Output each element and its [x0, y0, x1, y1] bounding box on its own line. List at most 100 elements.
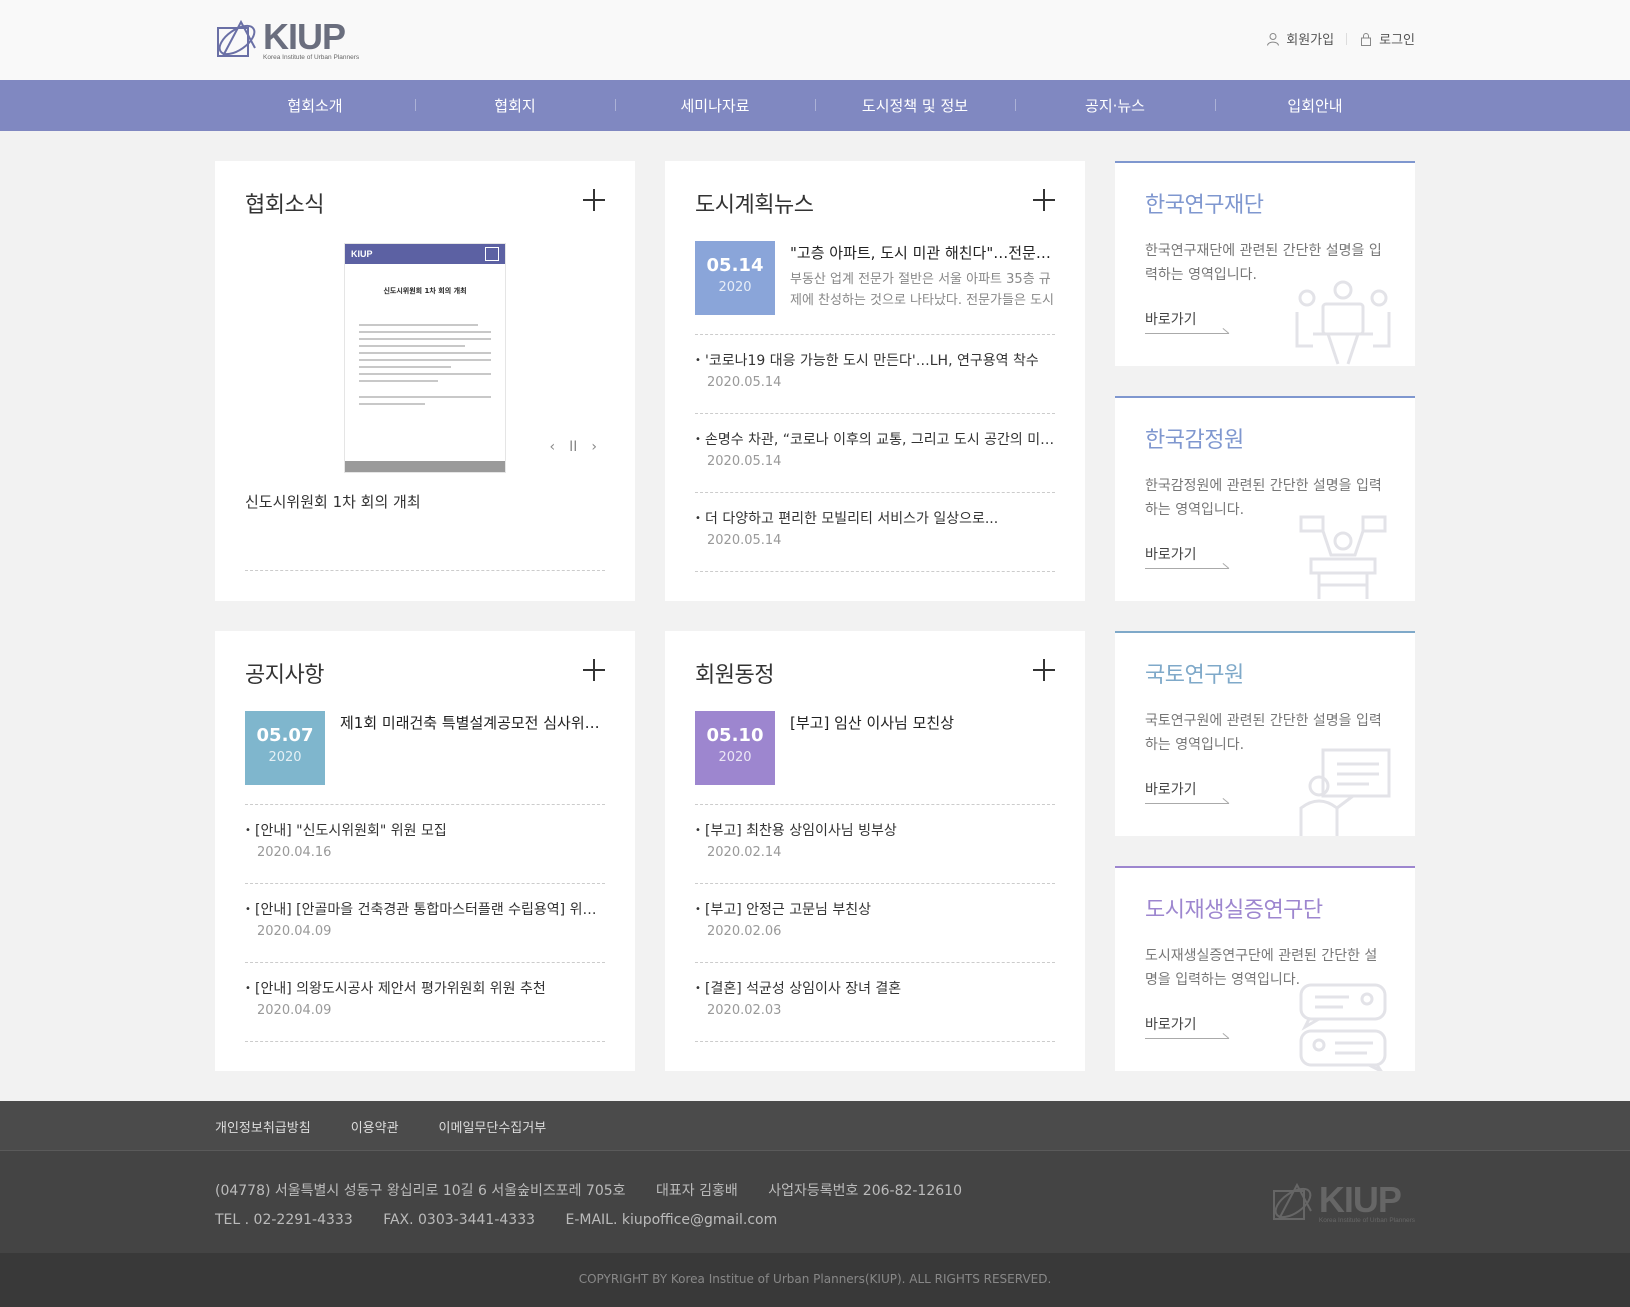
side-link-urban-regen: 도시재생실증연구단 도시재생실증연구단에 관련된 간단한 설명을 입력하는 영역…: [1115, 866, 1415, 1071]
list-item[interactable]: [부고] 안정근 고문님 부친상 2020.02.06: [695, 884, 1055, 963]
shortcut-link[interactable]: 바로가기: [1145, 309, 1229, 334]
logo-mark-icon: [1272, 1182, 1312, 1220]
member-list: [부고] 최찬용 상임이사님 빙부상 2020.02.14 [부고] 안정근 고…: [695, 805, 1055, 1042]
date-badge: 05.07 2020: [245, 711, 325, 785]
list-item[interactable]: 더 다양하고 편리한 모빌리티 서비스가 일상으로... 2020.05.14: [695, 493, 1055, 572]
shortcut-link[interactable]: 바로가기: [1145, 544, 1229, 569]
card-title: 도시계획뉴스: [695, 193, 814, 218]
login-label: 로그인: [1379, 33, 1415, 48]
tel: TEL . 02-2291-4333: [215, 1212, 353, 1228]
card-title: 공지사항: [245, 663, 324, 688]
footer-links: 개인정보취급방침 이용약관 이메일무단수집거부: [0, 1101, 1630, 1151]
list-item[interactable]: [안내] "신도시위원회" 위원 모집 2020.04.16: [245, 805, 605, 884]
footer-info: (04778) 서울특별시 성동구 왕십리로 10길 6 서울숲비즈포레 705…: [0, 1151, 1630, 1253]
item-title: [부고] 안정근 고문님 부친상: [695, 899, 1055, 921]
logo-text: KIUP: [263, 16, 346, 57]
logo-subtitle: Korea Institute of Urban Planners: [263, 54, 360, 61]
date-badge: 05.10 2020: [695, 711, 775, 785]
speaker-icon: [1299, 515, 1387, 599]
item-date: 2020.04.09: [257, 1003, 332, 1018]
divider: [245, 570, 605, 571]
list-item[interactable]: [부고] 최찬용 상임이사님 빙부상 2020.02.14: [695, 805, 1055, 884]
nav-item-notice-news[interactable]: 공지·뉴스: [1015, 95, 1215, 116]
nav-item-about[interactable]: 협회소개: [215, 95, 415, 116]
featured-title: 제1회 미래건축 특별설계공모전 심사위원 추천: [340, 714, 605, 732]
item-date: 2020.02.06: [707, 924, 782, 939]
doc-icon: [485, 247, 499, 261]
slide-controls: ‹ II ›: [550, 439, 597, 455]
city-planning-news-card: 도시계획뉴스 05.14 2020 "고층 아파트, 도시 미관 해친다"…전문…: [665, 161, 1085, 601]
header: KIUP Korea Institute of Urban Planners 회…: [0, 0, 1630, 80]
doc-title: 신도시위원회 1차 회의 개최: [383, 287, 467, 295]
doc-text-lines: [359, 324, 491, 405]
side-title: 한국감정원: [1145, 428, 1244, 453]
shortcut-link[interactable]: 바로가기: [1145, 1014, 1229, 1039]
item-date: 2020.05.14: [707, 533, 782, 548]
business-number: 사업자등록번호 206-82-12610: [768, 1183, 962, 1199]
member-news-card: 회원동정 05.10 2020 [부고] 임산 이사님 모친상 [부고] 최찬용…: [665, 631, 1085, 1071]
side-link-kab: 한국감정원 한국감정원에 관련된 간단한 설명을 입력하는 영역입니다. 바로가…: [1115, 396, 1415, 601]
logo[interactable]: KIUP Korea Institute of Urban Planners: [215, 18, 359, 62]
side-link-krihs: 국토연구원 국토연구원에 관련된 간단한 설명을 입력하는 영역입니다. 바로가…: [1115, 631, 1415, 836]
featured-member-news[interactable]: 05.10 2020 [부고] 임산 이사님 모친상: [695, 711, 1055, 805]
list-item[interactable]: [안내] [안골마을 건축경관 통합마스터플랜 수립용역] 위원 추천 2020…: [245, 884, 605, 963]
slide-caption[interactable]: 신도시위원회 1차 회의 개최: [245, 491, 605, 512]
util-divider: [1346, 32, 1348, 45]
nav-item-seminar[interactable]: 세미나자료: [615, 95, 815, 116]
email-refusal-link[interactable]: 이메일무단수집거부: [439, 1117, 547, 1136]
main-nav: 협회소개 협회지 세미나자료 도시정책 및 정보 공지·뉴스 입회안내: [0, 80, 1630, 131]
side-title: 한국연구재단: [1145, 193, 1264, 218]
item-date: 2020.05.14: [707, 375, 782, 390]
main-content: 협회소식 KIUP 신도시위원회 1차 회의 개최 ‹ II › 신도시위원회 …: [215, 161, 1415, 1071]
notice-list: [안내] "신도시위원회" 위원 모집 2020.04.16 [안내] [안골마…: [245, 805, 605, 1042]
item-title: [안내] "신도시위원회" 위원 모집: [245, 820, 605, 842]
nav-item-journal[interactable]: 협회지: [415, 95, 615, 116]
login-link[interactable]: 로그인: [1359, 29, 1415, 48]
side-title: 국토연구원: [1145, 663, 1244, 688]
slide-prev-button[interactable]: ‹: [550, 439, 556, 455]
item-date: 2020.05.14: [707, 454, 782, 469]
more-plus-icon[interactable]: [1033, 659, 1055, 681]
ceo: 대표자 김홍배: [656, 1183, 738, 1199]
privacy-policy-link[interactable]: 개인정보취급방침: [215, 1117, 311, 1136]
terms-link[interactable]: 이용약관: [351, 1117, 399, 1136]
item-title: 손명수 차관, “코로나 이후의 교통, 그리고 도시 공간의 미래”: [695, 429, 1055, 451]
join-link[interactable]: 회원가입: [1266, 29, 1334, 48]
date-year: 2020: [718, 280, 752, 295]
list-item[interactable]: [안내] 의왕도시공사 제안서 평가위원회 위원 추천 2020.04.09: [245, 963, 605, 1042]
address: (04778) 서울특별시 성동구 왕십리로 10길 6 서울숲비즈포레 705…: [215, 1183, 626, 1199]
date-month-day: 05.10: [706, 725, 764, 746]
join-label: 회원가입: [1286, 33, 1335, 48]
date-year: 2020: [268, 750, 302, 765]
card-title: 회원동정: [695, 663, 774, 688]
list-item[interactable]: 손명수 차관, “코로나 이후의 교통, 그리고 도시 공간의 미래” 2020…: [695, 414, 1055, 493]
slideshow: KIUP 신도시위원회 1차 회의 개최 ‹ II ›: [245, 243, 605, 473]
nav-item-policy[interactable]: 도시정책 및 정보: [815, 95, 1015, 116]
featured-news[interactable]: 05.14 2020 "고층 아파트, 도시 미관 해친다"…전문가 절반 "3…: [695, 241, 1055, 335]
featured-notice[interactable]: 05.07 2020 제1회 미래건축 특별설계공모전 심사위원 추천: [245, 711, 605, 805]
list-item[interactable]: '코로나19 대응 가능한 도시 만든다'…LH, 연구용역 착수 2020.0…: [695, 335, 1055, 414]
slide-pause-button[interactable]: II: [569, 439, 577, 455]
footer-logo: KIUP Korea Institute of Urban Planners: [1271, 1181, 1415, 1225]
item-date: 2020.02.14: [707, 845, 782, 860]
meeting-icon: [1295, 280, 1391, 365]
news-list: '코로나19 대응 가능한 도시 만든다'…LH, 연구용역 착수 2020.0…: [695, 335, 1055, 572]
slide-next-button[interactable]: ›: [591, 439, 597, 455]
item-title: '코로나19 대응 가능한 도시 만든다'…LH, 연구용역 착수: [695, 350, 1055, 372]
date-year: 2020: [718, 750, 752, 765]
date-month-day: 05.14: [706, 255, 764, 276]
logo-mark-icon: [217, 19, 256, 57]
shortcut-link[interactable]: 바로가기: [1145, 779, 1229, 804]
slide-image[interactable]: KIUP 신도시위원회 1차 회의 개최: [344, 243, 506, 473]
doc-footer: [345, 461, 505, 472]
nav-item-membership[interactable]: 입회안내: [1215, 95, 1415, 116]
list-item[interactable]: [결혼] 석균성 상임이사 장녀 결혼 2020.02.03: [695, 963, 1055, 1042]
more-plus-icon[interactable]: [1033, 189, 1055, 211]
date-badge: 05.14 2020: [695, 241, 775, 315]
notice-card: 공지사항 05.07 2020 제1회 미래건축 특별설계공모전 심사위원 추천…: [215, 631, 635, 1071]
utility-menu: 회원가입 로그인: [1266, 29, 1415, 48]
more-plus-icon[interactable]: [583, 659, 605, 681]
featured-desc: 부동산 업계 전문가 절반은 서울 아파트 35층 규제에 찬성하는 것으로 나…: [790, 272, 1054, 308]
more-plus-icon[interactable]: [583, 189, 605, 211]
item-title: [안내] [안골마을 건축경관 통합마스터플랜 수립용역] 위원 추천: [245, 899, 605, 921]
